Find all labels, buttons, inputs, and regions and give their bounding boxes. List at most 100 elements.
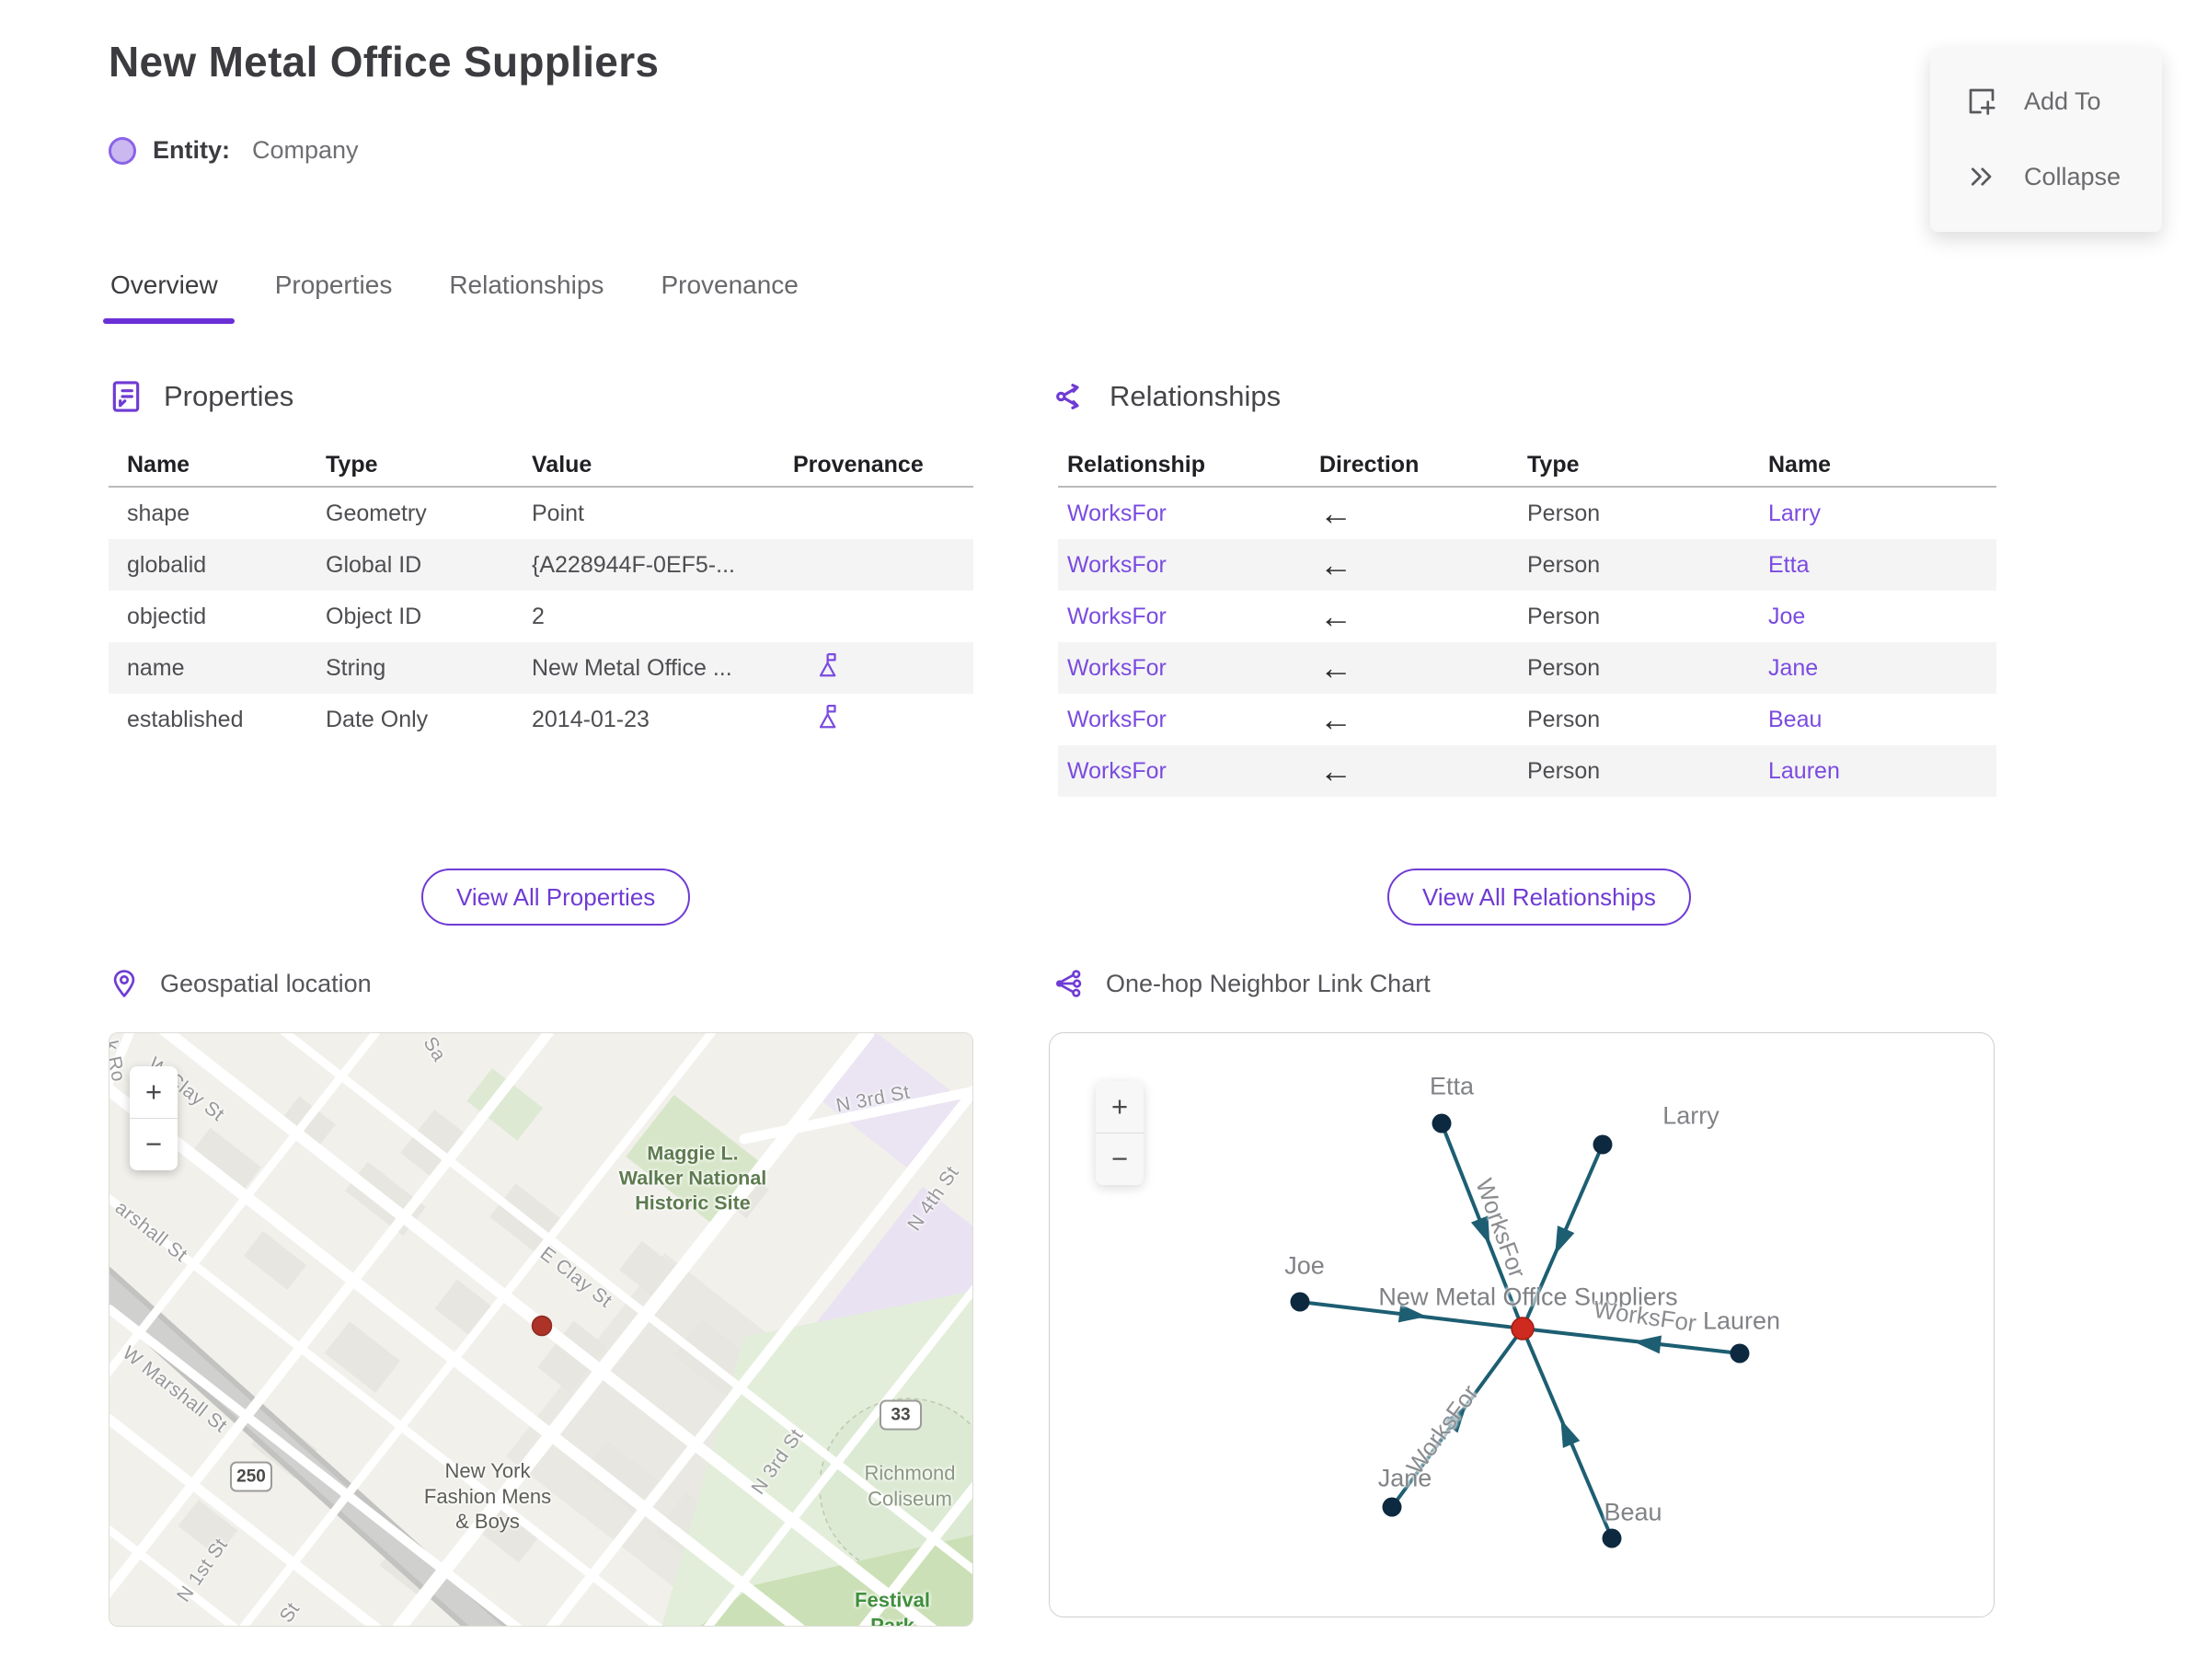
route-shield-33: 33 — [880, 1399, 922, 1431]
col-type: Type — [326, 451, 378, 478]
related-type: Person — [1527, 551, 1601, 578]
table-row: WorksFor ← Person Etta — [1058, 539, 1996, 591]
map-basemap — [109, 1033, 972, 1626]
geospatial-section-title: Geospatial location — [160, 969, 372, 997]
related-type: Person — [1527, 500, 1601, 526]
table-row: globalid Global ID {A228944F-0EF5-... — [109, 539, 973, 591]
zoom-out-button[interactable]: − — [1096, 1133, 1144, 1185]
relationships-table-header: Relationship Direction Type Name — [1058, 443, 1996, 488]
node-label-larry: Larry — [1662, 1101, 1719, 1130]
table-row: WorksFor ← Person Larry — [1058, 488, 1996, 539]
table-row: shape Geometry Point — [109, 488, 973, 539]
poi-label-coliseum: Richmond Coliseum — [864, 1461, 956, 1511]
entity-detail-page: New Metal Office Suppliers Entity: Compa… — [0, 0, 2208, 1680]
table-row: established Date Only 2014-01-23 — [109, 694, 973, 745]
prop-provenance — [793, 651, 968, 685]
properties-section-title: Properties — [164, 380, 294, 412]
relationship-link[interactable]: WorksFor — [1067, 707, 1167, 732]
zoom-in-button[interactable]: + — [130, 1066, 178, 1118]
related-entity-link[interactable]: Etta — [1768, 552, 1809, 578]
graph-node-jane — [1382, 1497, 1402, 1517]
view-all-properties-button[interactable]: View All Properties — [421, 869, 691, 926]
graph-node-center — [1511, 1317, 1535, 1341]
geospatial-map[interactable]: k Ro W Clay St Sa N 3rd St N 4th St arsh… — [109, 1032, 973, 1627]
poi-label-store: New York Fashion Mens & Boys — [423, 1458, 552, 1533]
one-hop-link-chart[interactable]: Etta Larry Joe Lauren Jane Beau New Meta… — [1049, 1032, 1995, 1617]
properties-document-icon — [112, 381, 140, 412]
direction-arrow: ← — [1319, 751, 1352, 789]
relationship-link[interactable]: WorksFor — [1067, 501, 1167, 526]
related-entity-link[interactable]: Lauren — [1768, 758, 1840, 784]
direction-arrow: ← — [1319, 596, 1352, 635]
relationship-link[interactable]: WorksFor — [1067, 552, 1167, 578]
prop-value: Point — [532, 500, 584, 526]
relationship-link[interactable]: WorksFor — [1067, 758, 1167, 784]
relationship-link[interactable]: WorksFor — [1067, 655, 1167, 681]
prop-name: name — [127, 654, 185, 681]
col-value: Value — [532, 451, 592, 478]
zoom-in-button[interactable]: + — [1096, 1081, 1144, 1133]
properties-table-header: Name Type Value Provenance — [109, 443, 973, 488]
fork-arrows-icon — [1056, 384, 1079, 409]
add-to-button[interactable]: Add To — [1965, 75, 2162, 127]
table-row: name String New Metal Office ... — [109, 642, 973, 694]
table-row: WorksFor ← Person Beau — [1058, 694, 1996, 745]
node-label-etta: Etta — [1429, 1072, 1475, 1100]
related-entity-link[interactable]: Beau — [1768, 707, 1822, 732]
share-network-icon — [1055, 970, 1082, 997]
related-entity-link[interactable]: Jane — [1768, 655, 1818, 681]
prop-type: Date Only — [326, 706, 429, 732]
related-entity-link[interactable]: Joe — [1768, 604, 1805, 629]
related-type: Person — [1527, 757, 1601, 784]
prop-name: objectid — [127, 603, 207, 629]
node-label-lauren: Lauren — [1702, 1306, 1781, 1335]
properties-section-header: Properties — [109, 379, 293, 414]
poi-label-festival-park: Festival Park — [855, 1588, 930, 1627]
collapse-button[interactable]: Collapse — [1965, 151, 2162, 202]
prop-name: established — [127, 706, 244, 732]
zoom-out-button[interactable]: − — [130, 1119, 178, 1170]
prop-provenance — [793, 703, 968, 737]
tab-overview[interactable]: Overview — [103, 270, 235, 324]
poi-label-historic-site: Maggie L. Walker National Historic Site — [618, 1142, 767, 1214]
graph-node-larry — [1593, 1134, 1613, 1155]
tab-provenance[interactable]: Provenance — [659, 270, 799, 324]
collapse-label: Collapse — [2024, 162, 2122, 190]
relationships-section-header: Relationships — [1054, 379, 1281, 414]
route-shield-250: 250 — [230, 1461, 272, 1492]
map-location-marker — [531, 1315, 553, 1337]
view-all-relationships-button[interactable]: View All Relationships — [1387, 869, 1691, 926]
table-row: WorksFor ← Person Jane — [1058, 642, 1996, 694]
prop-type: String — [326, 654, 386, 681]
related-entity-link[interactable]: Larry — [1768, 501, 1821, 526]
double-chevron-right-icon — [1971, 167, 1992, 186]
direction-arrow: ← — [1319, 699, 1352, 738]
col-name: Name — [1768, 451, 1832, 478]
prop-value: 2014-01-23 — [532, 706, 650, 732]
flag-marker-icon[interactable] — [813, 704, 841, 736]
entity-label: Entity: — [153, 136, 230, 164]
prop-type: Object ID — [326, 603, 422, 629]
action-menu: Add To Collapse — [1930, 48, 2162, 232]
graph-node-lauren — [1730, 1343, 1750, 1364]
properties-table: Name Type Value Provenance shape Geometr… — [109, 443, 973, 745]
flag-marker-icon[interactable] — [813, 652, 841, 685]
direction-arrow: ← — [1319, 493, 1352, 532]
relationships-section-title: Relationships — [1110, 380, 1282, 412]
add-to-label: Add To — [2024, 86, 2101, 115]
tab-relationships[interactable]: Relationships — [447, 270, 605, 324]
col-direction: Direction — [1319, 451, 1420, 478]
tab-properties[interactable]: Properties — [273, 270, 395, 324]
direction-arrow: ← — [1319, 545, 1352, 583]
prop-name: globalid — [127, 551, 207, 578]
col-name: Name — [127, 451, 190, 478]
relationship-link[interactable]: WorksFor — [1067, 604, 1167, 629]
node-label-joe: Joe — [1284, 1251, 1325, 1280]
table-row: objectid Object ID 2 — [109, 591, 973, 642]
prop-type: Global ID — [326, 551, 422, 578]
entity-type-value: Company — [252, 136, 359, 164]
col-type: Type — [1527, 451, 1580, 478]
relationships-table: Relationship Direction Type Name WorksFo… — [1058, 443, 1996, 797]
tab-bar: Overview Properties Relationships Proven… — [103, 270, 800, 324]
add-to-square-plus-icon — [1969, 88, 1995, 115]
